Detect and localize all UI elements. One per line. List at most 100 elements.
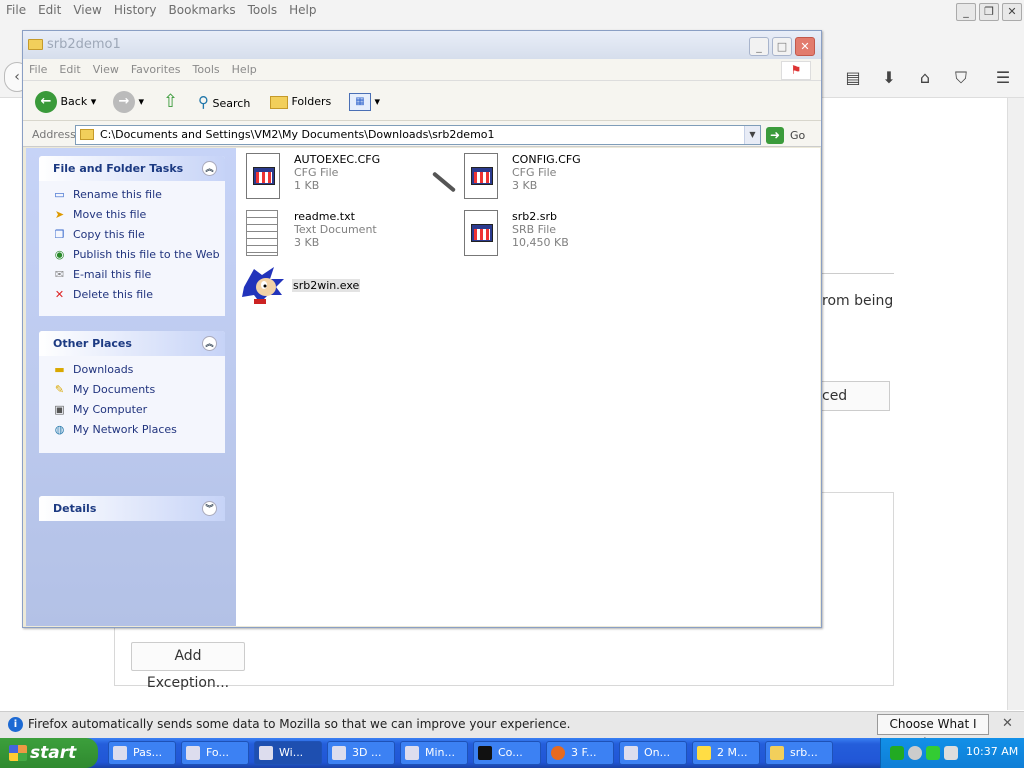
- maximize-button[interactable]: □: [772, 37, 792, 56]
- menu-edit[interactable]: Edit: [53, 59, 86, 80]
- taskbar-item[interactable]: srb...: [765, 741, 833, 765]
- tray-icon[interactable]: [926, 746, 940, 760]
- panel-header[interactable]: Details ︾: [39, 496, 225, 521]
- address-input[interactable]: C:\Documents and Settings\VM2\My Documen…: [75, 125, 761, 145]
- views-button[interactable]: ▦ ▾: [349, 89, 380, 115]
- choose-what-i-share-button[interactable]: Choose What I Share: [877, 714, 989, 750]
- expand-icon[interactable]: ︾: [202, 501, 217, 516]
- ff-maximize-button[interactable]: ❐: [979, 3, 999, 21]
- windows-logo-icon: ⚑: [781, 61, 811, 80]
- cfg-file-icon: [464, 153, 498, 199]
- address-label: Address: [32, 128, 76, 141]
- task-email[interactable]: ✉ E-mail this file: [39, 265, 225, 285]
- download-icon[interactable]: ⬇: [877, 66, 901, 90]
- place-my-documents[interactable]: ✎ My Documents: [39, 380, 225, 400]
- taskbar-group[interactable]: 2 M...: [692, 741, 760, 765]
- rename-icon: ▭: [54, 188, 65, 201]
- ff-menu-bookmarks[interactable]: Bookmarks: [163, 0, 242, 20]
- taskbar-group[interactable]: 3 F...: [546, 741, 614, 765]
- views-icon: ▦: [349, 93, 371, 111]
- file-srb2win-exe[interactable]: srb2win.exe: [292, 279, 361, 292]
- panel-header[interactable]: Other Places ︽: [39, 331, 225, 356]
- other-places-panel: Other Places ︽ ▬ Downloads ✎ My Documents ▣…: [39, 331, 225, 453]
- move-icon: ➤: [54, 208, 65, 221]
- network-icon: ◍: [54, 423, 65, 436]
- window-title: srb2demo1: [23, 31, 821, 59]
- menu-favorites[interactable]: Favorites: [125, 59, 187, 80]
- forward-arrow-icon: →: [113, 91, 135, 113]
- sonic-exe-icon[interactable]: [240, 265, 288, 305]
- volume-icon[interactable]: [944, 746, 958, 760]
- close-icon[interactable]: ✕: [1002, 716, 1013, 731]
- ff-menu-file[interactable]: File: [0, 0, 32, 20]
- task-rename[interactable]: ▭ Rename this file: [39, 185, 225, 205]
- add-exception-button[interactable]: Add Exception...: [131, 642, 245, 691]
- ff-menu-tools[interactable]: Tools: [242, 0, 284, 20]
- info-icon: i: [8, 717, 23, 732]
- ff-menu-history[interactable]: History: [108, 0, 163, 20]
- taskbar-item[interactable]: On...: [619, 741, 687, 765]
- file-srb2-srb[interactable]: srb2.srb SRB File 10,450 KB: [464, 210, 674, 260]
- tray-icon[interactable]: [890, 746, 904, 760]
- file-autoexec-cfg[interactable]: AUTOEXEC.CFG CFG File 1 KB: [246, 153, 456, 203]
- windows-flag-icon: [9, 745, 27, 761]
- firefox-menubar: File Edit View History Bookmarks Tools Help: [0, 0, 1024, 22]
- taskbar-item[interactable]: Min...: [400, 741, 468, 765]
- taskbar-item[interactable]: 3D ...: [327, 741, 395, 765]
- reading-list-icon[interactable]: ▤: [841, 66, 865, 90]
- ff-scrollbar[interactable]: [1007, 98, 1024, 710]
- forward-button[interactable]: → ▾: [113, 89, 144, 115]
- pocket-icon[interactable]: ⛉: [949, 66, 973, 90]
- explorer-window: srb2demo1 _ □ ✕ File Edit View Favorites Too…: [22, 30, 822, 628]
- menu-tools[interactable]: Tools: [187, 59, 226, 80]
- email-icon: ✉: [54, 268, 65, 281]
- home-icon[interactable]: ⌂: [913, 66, 937, 90]
- up-folder-icon[interactable]: ⇧: [163, 89, 178, 115]
- panel-header[interactable]: File and Folder Tasks ︽: [39, 156, 225, 181]
- go-arrow-icon[interactable]: ➜: [766, 127, 784, 144]
- go-button[interactable]: Go: [790, 129, 805, 142]
- computer-icon: ▣: [54, 403, 65, 416]
- chevron-down-icon[interactable]: ▼: [744, 126, 760, 144]
- details-panel: Details ︾: [39, 496, 225, 521]
- hamburger-menu-icon[interactable]: ☰: [991, 66, 1015, 90]
- task-move[interactable]: ➤ Move this file: [39, 205, 225, 225]
- file-config-cfg[interactable]: CONFIG.CFG CFG File 3 KB: [464, 153, 674, 203]
- close-button[interactable]: ✕: [795, 37, 815, 56]
- globe-icon: ◉: [54, 248, 65, 261]
- task-publish[interactable]: ◉ Publish this file to the Web: [39, 245, 225, 265]
- menu-help[interactable]: Help: [226, 59, 263, 80]
- file-readme-txt[interactable]: readme.txt Text Document 3 KB: [246, 210, 456, 260]
- minimize-button[interactable]: _: [749, 37, 769, 56]
- collapse-icon[interactable]: ︽: [202, 161, 217, 176]
- tray-icon[interactable]: [908, 746, 922, 760]
- menu-file[interactable]: File: [23, 59, 53, 80]
- search-icon: ⚲: [198, 93, 209, 111]
- text-document-icon: [246, 210, 278, 256]
- ff-menu-help[interactable]: Help: [283, 0, 322, 20]
- task-delete[interactable]: ✕ Delete this file: [39, 285, 225, 305]
- ff-advanced-button[interactable]: ced: [815, 381, 890, 411]
- taskbar-item-active[interactable]: Wi...: [254, 741, 322, 765]
- file-folder-tasks-panel: File and Folder Tasks ︽ ▭ Rename this file…: [39, 156, 225, 316]
- folder-icon: [28, 39, 43, 50]
- task-copy[interactable]: ❐ Copy this file: [39, 225, 225, 245]
- explorer-menubar: File Edit View Favorites Tools Help: [23, 59, 821, 81]
- ff-close-button[interactable]: ✕: [1002, 3, 1022, 21]
- place-network[interactable]: ◍ My Network Places: [39, 420, 225, 440]
- place-my-computer[interactable]: ▣ My Computer: [39, 400, 225, 420]
- collapse-icon[interactable]: ︽: [202, 336, 217, 351]
- taskbar-item[interactable]: Pas...: [108, 741, 176, 765]
- ff-minimize-button[interactable]: _: [956, 3, 976, 21]
- search-button[interactable]: ⚲ Search: [198, 89, 250, 115]
- back-button[interactable]: ← Back ▾: [35, 89, 96, 115]
- folders-button[interactable]: Folders: [270, 89, 331, 115]
- taskbar-item[interactable]: Fo...: [181, 741, 249, 765]
- menu-view[interactable]: View: [87, 59, 125, 80]
- ff-menu-edit[interactable]: Edit: [32, 0, 67, 20]
- ff-menu-view[interactable]: View: [67, 0, 107, 20]
- place-downloads[interactable]: ▬ Downloads: [39, 360, 225, 380]
- taskbar-item[interactable]: Co...: [473, 741, 541, 765]
- folders-icon: [270, 95, 288, 109]
- clock: 10:37 AM: [966, 745, 1019, 758]
